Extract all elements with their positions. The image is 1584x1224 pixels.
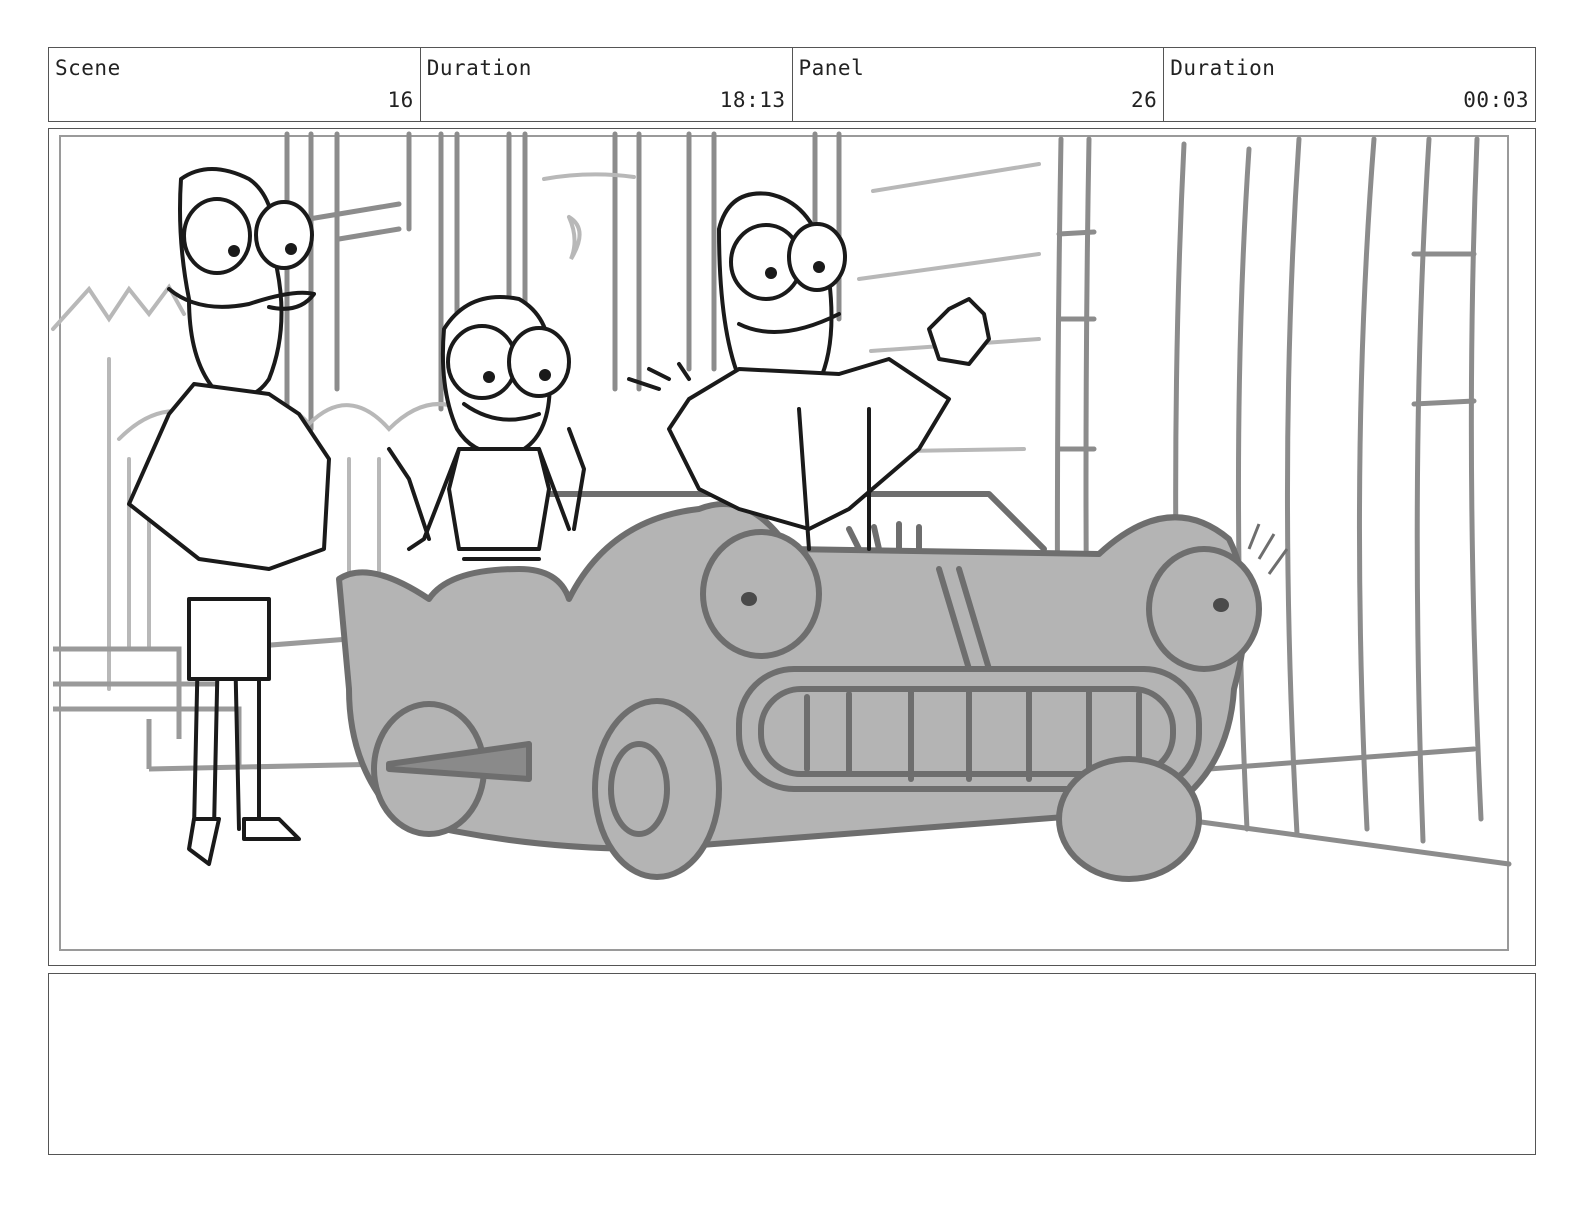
scene-label: Scene	[55, 56, 121, 80]
storyboard-sketch	[51, 131, 1512, 951]
scene-duration-value: 18:13	[719, 88, 786, 112]
scene-number: 16	[387, 88, 414, 112]
panel-header: Scene 16 Duration 18:13 Panel 26 Duratio…	[48, 47, 1536, 122]
scene-duration-label: Duration	[426, 56, 532, 80]
panel-label: Panel	[798, 56, 865, 80]
convertible-car	[336, 491, 1262, 882]
character-middle	[387, 295, 586, 561]
car-eyelashes	[1247, 523, 1289, 575]
panel-cell: Panel 26	[793, 48, 1165, 121]
storyboard-frame	[48, 128, 1536, 966]
panel-number: 26	[1130, 88, 1158, 112]
scene-cell: Scene 16	[49, 48, 421, 121]
notes-box	[48, 973, 1536, 1155]
character-left	[127, 167, 331, 866]
scene-duration-cell: Duration 18:13	[421, 48, 793, 121]
panel-duration-cell: Duration 00:03	[1164, 48, 1535, 121]
panel-duration-value: 00:03	[1463, 88, 1529, 112]
panel-duration-label: Duration	[1170, 56, 1276, 80]
